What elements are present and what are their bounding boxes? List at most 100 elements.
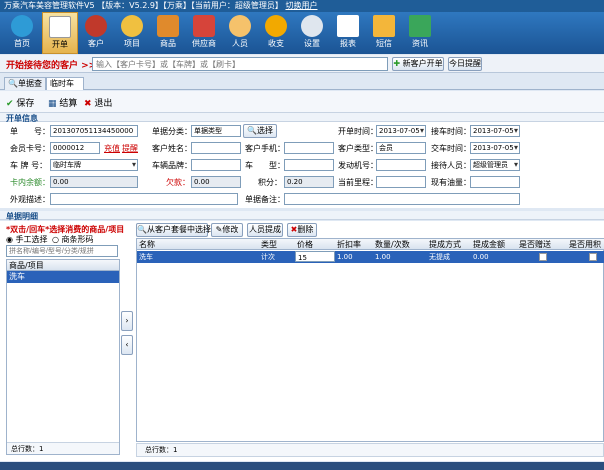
new-customer-button[interactable]: ✚ 新客户开单 bbox=[392, 57, 444, 71]
deliver-time-label: 交车时间： bbox=[431, 144, 471, 153]
save-button[interactable]: ✔ 保存 bbox=[6, 96, 34, 109]
barcode-radio[interactable]: ○ 商条形码 bbox=[52, 234, 94, 245]
left-row-count: 总行数：1 bbox=[7, 442, 119, 454]
item-list: 商品/项目 洗车 总行数：1 bbox=[6, 259, 120, 455]
today-reminder-button[interactable]: 今日提醒 bbox=[448, 57, 482, 71]
pickup-time-picker[interactable]: 2013-07-05 bbox=[470, 125, 520, 137]
search-icon: 🔍 bbox=[247, 126, 257, 135]
customer-search-input[interactable] bbox=[92, 57, 388, 71]
manual-select-radio[interactable]: ◉ 手工选择 bbox=[6, 234, 48, 245]
points-checkbox[interactable] bbox=[589, 253, 597, 261]
price-cell-editor[interactable]: 15 bbox=[295, 251, 335, 262]
toolbar-home[interactable]: 首页 bbox=[4, 12, 40, 54]
plus-icon: ✚ bbox=[393, 59, 401, 68]
receiver-select[interactable]: 超级管理员 bbox=[470, 159, 520, 171]
customer-search-bar: 开始接待您的客户 >> ✚ 新客户开单 今日提醒 bbox=[0, 55, 604, 73]
mileage-label: 当前里程： bbox=[338, 178, 378, 187]
search-icon: 🔍 bbox=[8, 79, 18, 88]
close-icon: ✖ bbox=[84, 99, 92, 109]
goods-icon bbox=[157, 15, 179, 37]
deliver-time-picker[interactable]: 2013-07-05 bbox=[470, 142, 520, 154]
open-time-label: 开单时间： bbox=[338, 127, 378, 136]
toolbar-staff[interactable]: 人员 bbox=[222, 12, 258, 54]
remind-link[interactable]: 提醒 bbox=[122, 143, 138, 154]
switch-user-link[interactable]: 切换用户 bbox=[285, 1, 317, 10]
brand-field[interactable] bbox=[191, 159, 241, 171]
toolbar-goods[interactable]: 商品 bbox=[150, 12, 186, 54]
col-discount: 折扣率 bbox=[337, 240, 361, 249]
window-title: 万乘汽车美容管理软件V5 【版本：V5.2.9】【万乘】【当前用户：超级管理员】… bbox=[0, 0, 604, 12]
points-label: 积分： bbox=[258, 178, 282, 187]
checkout-button[interactable]: ▦ 结算 bbox=[48, 96, 77, 109]
search-label: 开始接待您的客户 >> bbox=[6, 61, 97, 71]
customer-phone-field[interactable] bbox=[284, 142, 334, 154]
tab-order-query[interactable]: 🔍单据查询 bbox=[4, 77, 46, 100]
toolbar-order[interactable]: 开单 bbox=[42, 12, 78, 54]
select-from-package-button[interactable]: 🔍从客户套餐中选择 bbox=[136, 223, 211, 237]
customer-type-label: 客户类型： bbox=[338, 144, 378, 153]
col-commission-mode: 提成方式 bbox=[429, 240, 461, 249]
type-field[interactable]: 单据类型 bbox=[191, 125, 241, 137]
plate-select[interactable]: 临时车牌 bbox=[50, 159, 138, 171]
delete-button[interactable]: ✖删除 bbox=[287, 223, 317, 237]
toolbar-settings[interactable]: 设置 bbox=[294, 12, 330, 54]
edit-button[interactable]: ✎修改 bbox=[211, 223, 243, 237]
col-name: 名称 bbox=[139, 240, 155, 249]
card-label: 会员卡号： bbox=[10, 144, 50, 153]
card-field[interactable]: 0000012 bbox=[50, 142, 100, 154]
appearance-field[interactable] bbox=[50, 193, 238, 205]
col-type: 类型 bbox=[261, 240, 277, 249]
pickup-time-label: 接车时间： bbox=[431, 127, 471, 136]
order-form: 单 号： 201307051134450000 单据分类： 单据类型 🔍选择 开… bbox=[0, 122, 604, 208]
detail-area: *双击/回车*选择消费的商品/项目 ◉ 手工选择 ○ 商条形码 商品/项目 洗车… bbox=[0, 221, 604, 461]
remove-item-button[interactable]: ‹ bbox=[121, 335, 133, 355]
staff-icon bbox=[229, 15, 251, 37]
toolbar-news[interactable]: 资讯 bbox=[402, 12, 438, 54]
engine-field[interactable] bbox=[376, 159, 426, 171]
toolbar-project[interactable]: 项目 bbox=[114, 12, 150, 54]
detail-section-title: 单据明细 bbox=[0, 211, 604, 221]
toolbar-finance[interactable]: 收支 bbox=[258, 12, 294, 54]
customer-phone-label: 客户手机： bbox=[245, 144, 285, 153]
exit-button[interactable]: ✖ 退出 bbox=[84, 96, 112, 109]
gift-checkbox[interactable] bbox=[539, 253, 547, 261]
plate-label: 车 牌 号： bbox=[10, 161, 48, 170]
owe-field: 0.00 bbox=[191, 176, 241, 188]
customer-type-field[interactable]: 会员 bbox=[376, 142, 426, 154]
chevron-right-icon: › bbox=[125, 316, 129, 325]
tab-temp-plate[interactable]: 临时车牌 bbox=[46, 77, 84, 100]
table-header: 名称 类型 价格 折扣率 数量/次数 提成方式 提成金额 是否赠送 是否用积分 bbox=[137, 239, 604, 260]
points-field: 0.20 bbox=[284, 176, 334, 188]
owe-label: 欠款： bbox=[166, 178, 190, 187]
col-qty: 数量/次数 bbox=[375, 240, 410, 249]
action-bar: ✔ 保存 ▦ 结算 ✖ 退出 bbox=[0, 91, 604, 113]
recharge-link[interactable]: 充值 bbox=[104, 143, 120, 154]
customer-name-field[interactable] bbox=[191, 142, 241, 154]
tab-strip: 🔍单据查询 临时车牌 bbox=[0, 76, 604, 100]
select-type-button[interactable]: 🔍选择 bbox=[243, 124, 277, 138]
staff-commission-button[interactable]: 人员提成 bbox=[247, 223, 283, 237]
open-time-picker[interactable]: 2013-07-05 bbox=[376, 125, 426, 137]
oil-field[interactable] bbox=[470, 176, 520, 188]
home-icon bbox=[11, 15, 33, 37]
list-item[interactable]: 洗车 bbox=[7, 271, 119, 283]
col-price: 价格 bbox=[297, 240, 313, 249]
table-row[interactable]: 洗车 计次 15 1.00 1.00 无提成 0.00 bbox=[137, 251, 604, 263]
model-field[interactable] bbox=[284, 159, 334, 171]
item-list-header: 商品/项目 bbox=[7, 260, 119, 271]
customer-name-label: 客户姓名： bbox=[152, 144, 192, 153]
order-no-field[interactable]: 201307051134450000 bbox=[50, 125, 138, 137]
clipboard-icon bbox=[49, 16, 71, 38]
toolbar-supplier[interactable]: 供应商 bbox=[186, 12, 222, 54]
main-toolbar: 首页 开单 客户 项目 商品 供应商 人员 收支 设置 报表 短信 资讯 bbox=[0, 12, 604, 54]
mileage-field[interactable] bbox=[376, 176, 426, 188]
remark-label: 单据备注： bbox=[245, 195, 285, 204]
remark-field[interactable] bbox=[284, 193, 520, 205]
item-search-input[interactable] bbox=[6, 245, 118, 257]
customer-icon bbox=[85, 15, 107, 37]
toolbar-customer[interactable]: 客户 bbox=[78, 12, 114, 54]
col-commission-amount: 提成金额 bbox=[473, 240, 505, 249]
toolbar-report[interactable]: 报表 bbox=[330, 12, 366, 54]
toolbar-sms[interactable]: 短信 bbox=[366, 12, 402, 54]
add-item-button[interactable]: › bbox=[121, 311, 133, 331]
